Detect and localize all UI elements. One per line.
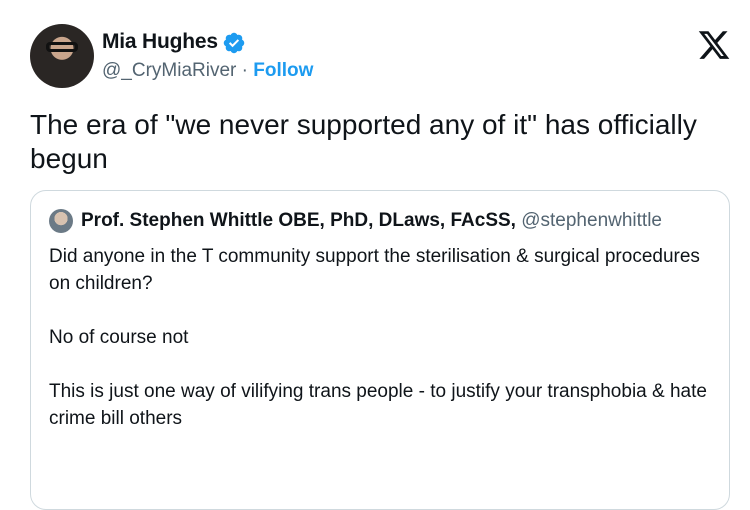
- x-logo-icon[interactable]: [696, 28, 732, 62]
- quoted-paragraph: No of course not: [49, 327, 189, 348]
- quoted-paragraph: This is just one way of vilifying trans …: [49, 381, 707, 429]
- quoted-tweet-card[interactable]: Prof. Stephen Whittle OBE, PhD, DLaws, F…: [30, 190, 730, 510]
- quoted-author-handle[interactable]: @stephenwhittle: [521, 210, 662, 231]
- verified-badge-icon: [223, 32, 245, 54]
- author-name[interactable]: Mia Hughes: [102, 30, 218, 54]
- tweet-text: The era of "we never supported any of it…: [30, 109, 697, 174]
- author-avatar[interactable]: [30, 24, 94, 88]
- quoted-author-name[interactable]: Prof. Stephen Whittle OBE, PhD, DLaws, F…: [81, 210, 516, 231]
- follow-button[interactable]: Follow: [253, 60, 313, 81]
- author-handle-row: @_CryMiaRiver · Follow: [102, 60, 313, 82]
- separator-dot: ·: [236, 60, 254, 81]
- quoted-paragraph: Did anyone in the T community support th…: [49, 246, 700, 294]
- quoted-tweet-text: Did anyone in the T community support th…: [49, 243, 709, 432]
- quoted-author-header: Prof. Stephen Whittle OBE, PhD, DLaws, F…: [81, 210, 662, 232]
- avatar-glasses: [46, 42, 78, 52]
- quoted-author-avatar[interactable]: [49, 209, 73, 233]
- author-handle[interactable]: @_CryMiaRiver: [102, 60, 236, 81]
